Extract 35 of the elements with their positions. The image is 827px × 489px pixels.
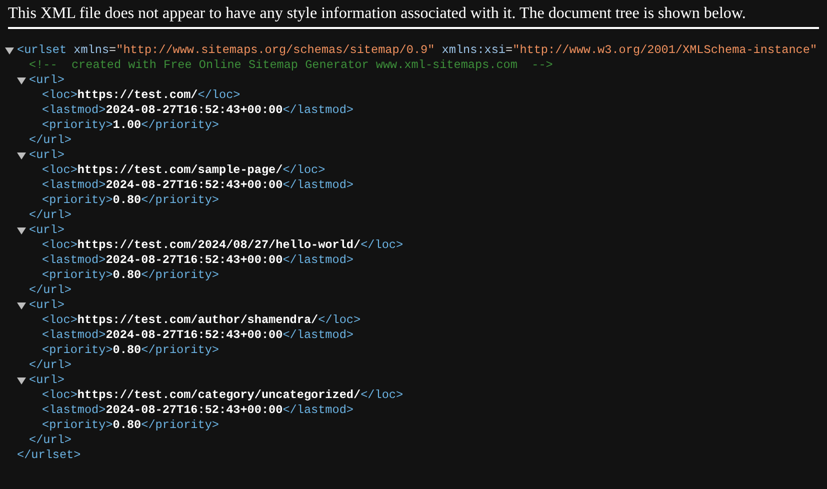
xml-close-tag: </url> (29, 433, 72, 448)
xml-open-tag: <url> (29, 223, 64, 238)
xml-element-line: <lastmod>2024-08-27T16:52:43+00:00</lastmod> (42, 328, 354, 343)
xml-close-tag: </url> (29, 358, 72, 373)
xml-close-tag: </url> (29, 283, 72, 298)
collapse-arrow-icon[interactable] (17, 226, 26, 235)
collapse-arrow-icon[interactable] (17, 301, 26, 310)
xml-element-line: <priority>0.80</priority> (42, 418, 219, 433)
xml-element-line: <priority>1.00</priority> (42, 118, 219, 133)
xml-element-line: <loc>https://test.com/</loc> (42, 88, 240, 103)
xml-element-line: <priority>0.80</priority> (42, 343, 219, 358)
xml-element-line: <loc>https://test.com/category/uncategorized/</loc> (42, 388, 404, 403)
xml-open-tag: <url> (29, 373, 64, 388)
xml-element-line: <lastmod>2024-08-27T16:52:43+00:00</lastmod> (42, 103, 354, 118)
notice-text: This XML file does not appear to have any style information associated with it. The document tree is shown below. (8, 5, 746, 23)
xml-element-line: <loc>https://test.com/2024/08/27/hello-world/</loc> (42, 238, 404, 253)
xml-close-tag: </url> (29, 133, 72, 148)
xml-element-line: <loc>https://test.com/author/shamendra/</loc> (42, 313, 361, 328)
xml-open-tag: <urlset xmlns="http://www.sitemaps.org/schemas/sitemap/0.9" xmlns:xsi="http://www.w3.org/2001/XMLSchema-instance" (17, 43, 818, 58)
xml-element-line: <lastmod>2024-08-27T16:52:43+00:00</lastmod> (42, 403, 354, 418)
xml-element-line: <priority>0.80</priority> (42, 268, 219, 283)
xml-element-line: <lastmod>2024-08-27T16:52:43+00:00</lastmod> (42, 178, 354, 193)
xml-comment: <!-- created with Free Online Sitemap Generator www.xml-sitemaps.com --> (29, 58, 553, 73)
collapse-arrow-icon[interactable] (17, 376, 26, 385)
xml-close-tag: </urlset> (17, 448, 81, 463)
xml-element-line: <lastmod>2024-08-27T16:52:43+00:00</lastmod> (42, 253, 354, 268)
xml-element-line: <loc>https://test.com/sample-page/</loc> (42, 163, 326, 178)
xml-close-tag: </url> (29, 208, 72, 223)
xml-open-tag: <url> (29, 148, 64, 163)
collapse-arrow-icon[interactable] (17, 151, 26, 160)
xml-open-tag: <url> (29, 298, 64, 313)
xml-element-line: <priority>0.80</priority> (42, 193, 219, 208)
collapse-arrow-icon[interactable] (5, 46, 14, 55)
xml-open-tag: <url> (29, 73, 64, 88)
collapse-arrow-icon[interactable] (17, 76, 26, 85)
